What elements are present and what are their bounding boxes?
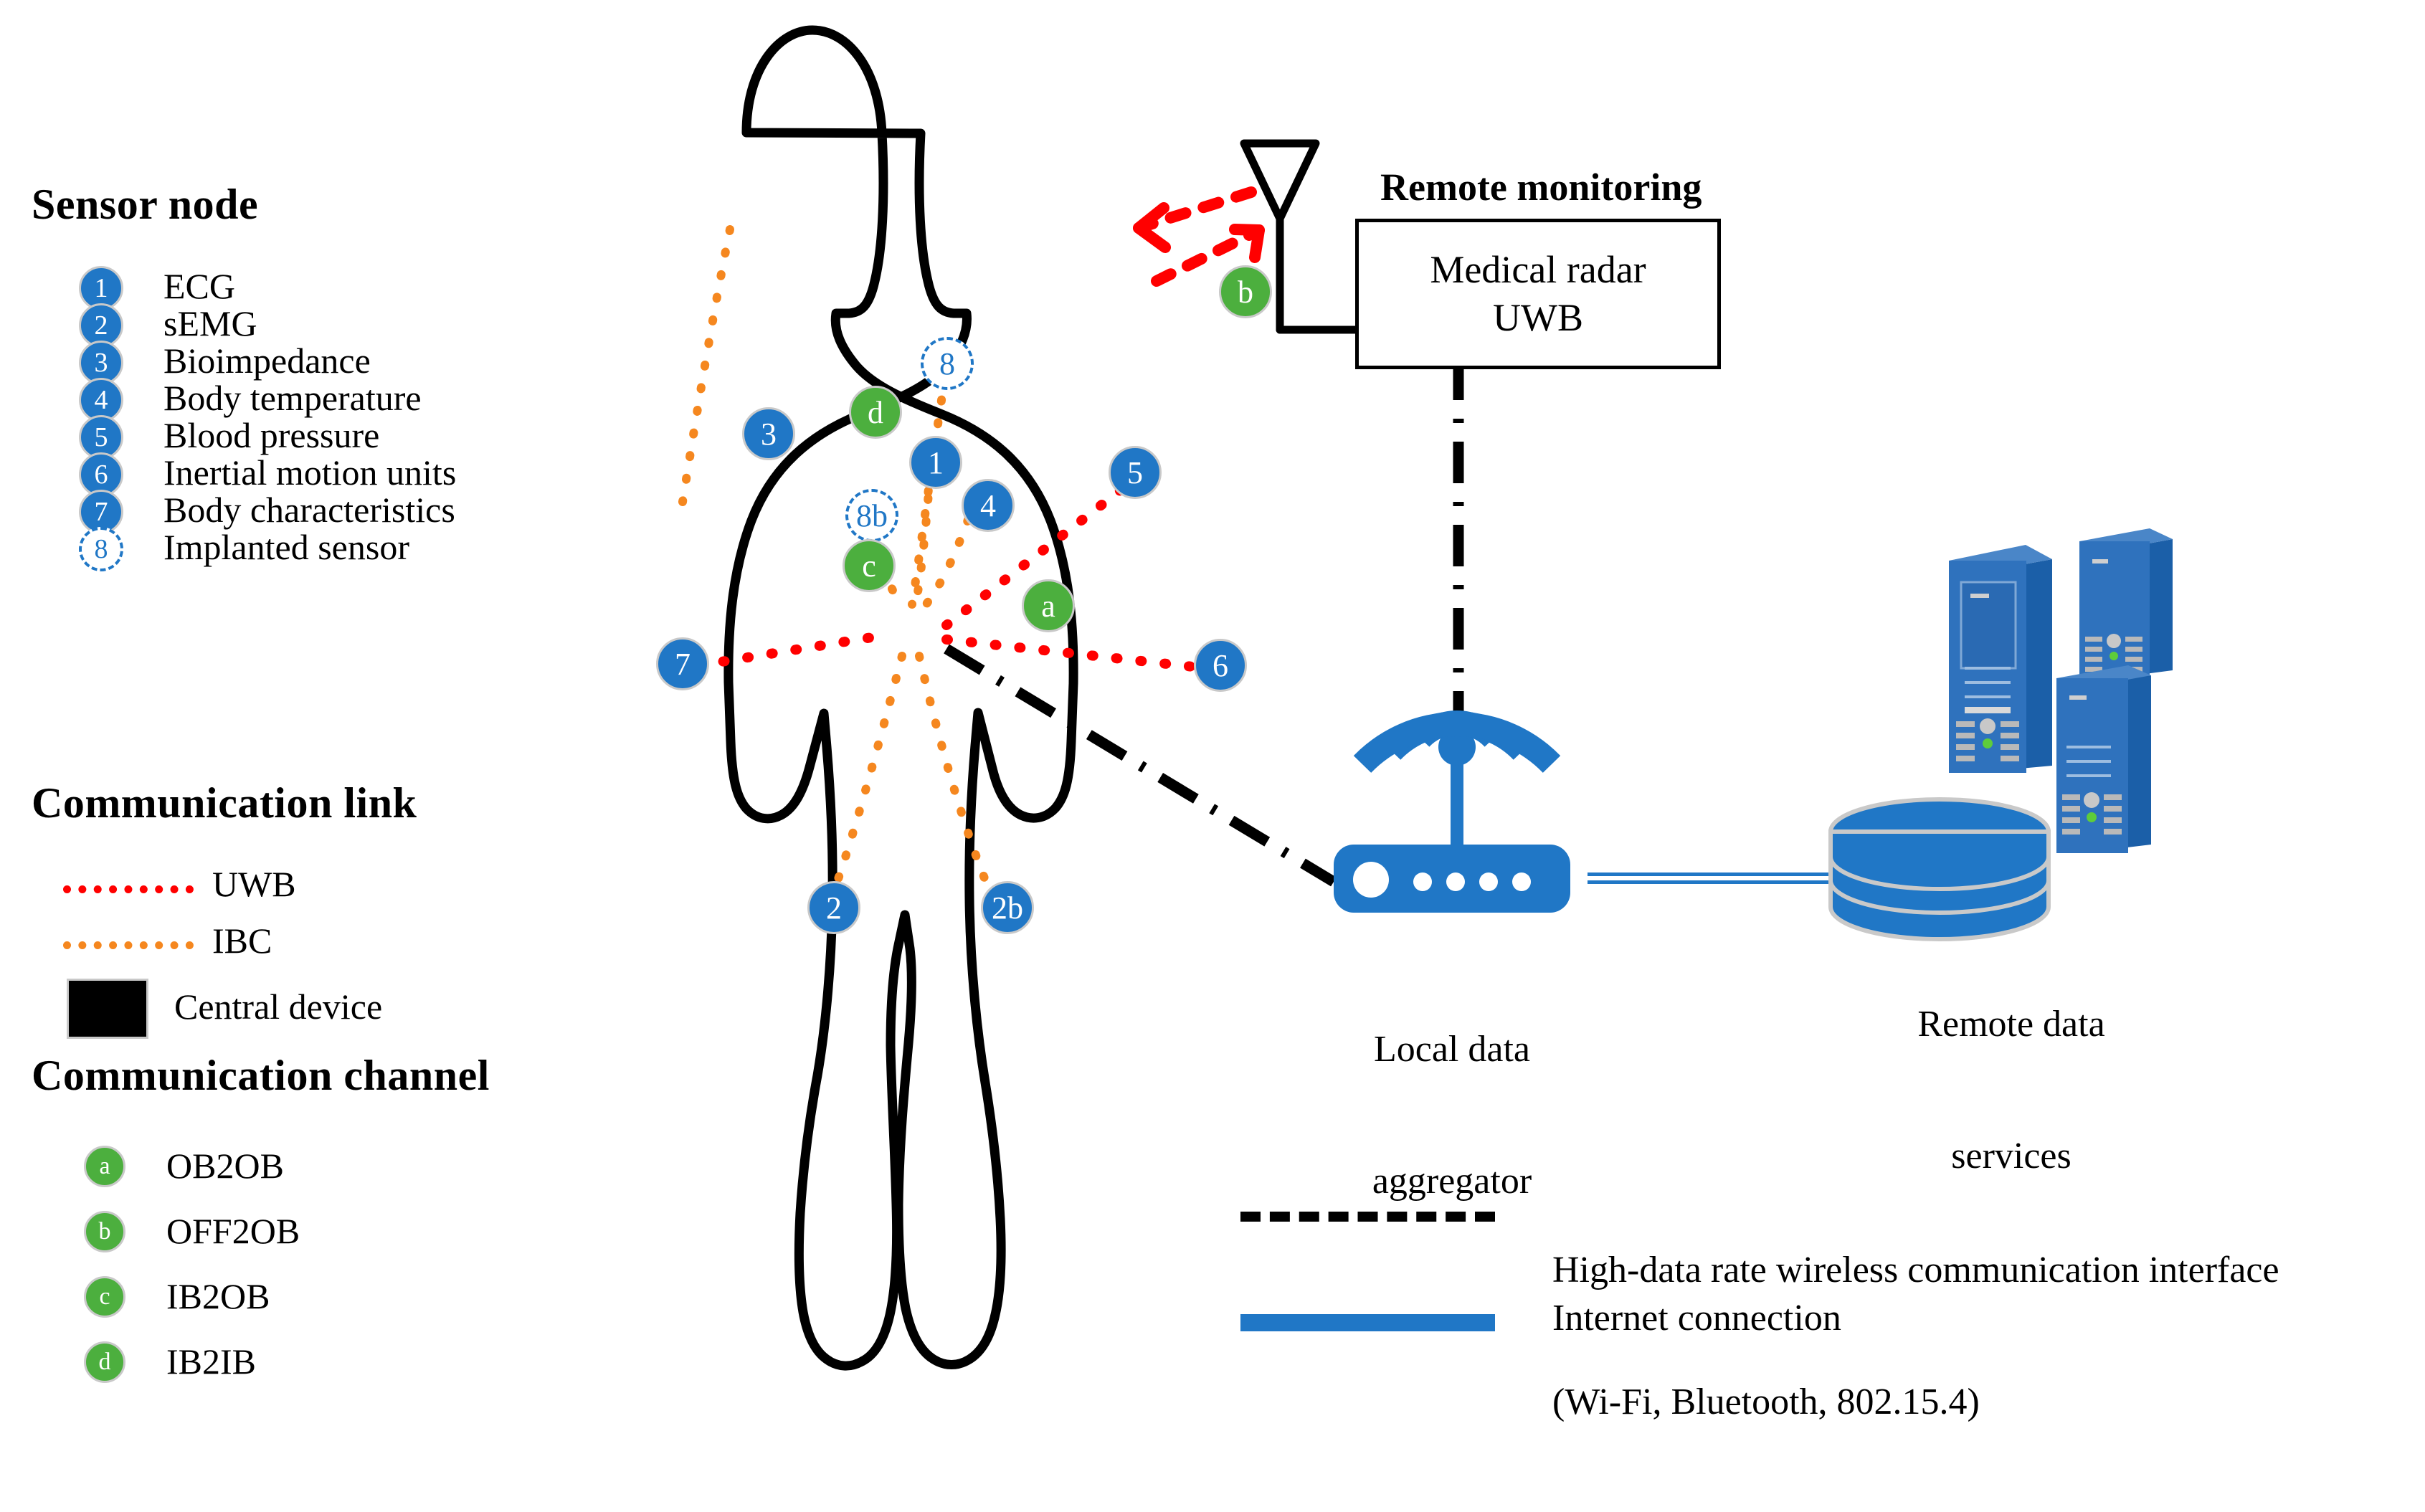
- interface-swatch-internet: [1240, 1314, 1495, 1331]
- body-node-body-temperature: 4: [962, 479, 1015, 532]
- server-tower-3: [2056, 665, 2151, 853]
- router-body: [1334, 845, 1570, 913]
- legend-channel-label-a: OB2OB: [166, 1146, 284, 1186]
- interface-label-high-data-rate-line2: (Wi-Fi, Bluetooth, 802.15.4): [1552, 1381, 1980, 1422]
- interface-swatch-high-data-rate: [1240, 1212, 1495, 1222]
- router-led-large: [1353, 862, 1389, 898]
- legend-communication-link-title: Communication link: [32, 779, 417, 827]
- remote-services-label-line1: Remote data: [1917, 1003, 2105, 1045]
- local-data-aggregator-icon: [1334, 710, 1570, 913]
- ibc-link-implant-top: [908, 373, 949, 609]
- legend-swatch-ibc: [63, 941, 194, 949]
- legend-node-label-8: Implanted sensor: [163, 527, 409, 567]
- router-mast: [1451, 746, 1463, 850]
- legend-link-label-central: Central device: [174, 986, 383, 1027]
- router-led-3: [1479, 873, 1498, 891]
- legend-channel-badge-b: b: [84, 1211, 125, 1252]
- uwb-link-wrist-right: [694, 632, 881, 670]
- body-node-implant-abdomen: 8b: [845, 489, 898, 542]
- ibc-link-ecg: [911, 471, 934, 609]
- body-node-bioimpedance: 3: [742, 407, 795, 460]
- remote-monitoring-channel-badge-b: b: [1219, 265, 1272, 318]
- medical-radar-line2: UWB: [1493, 296, 1583, 339]
- legend-node-label-2: sEMG: [163, 303, 257, 343]
- body-node-channel-c: c: [843, 539, 896, 592]
- ibc-links: [678, 225, 1001, 911]
- remote-monitoring-title: Remote monitoring: [1380, 166, 1702, 209]
- legend-channel-badge-d: d: [84, 1341, 125, 1383]
- aggregator-label: Local data aggregator: [1312, 939, 1592, 1291]
- arrow-incoming-head: [1133, 202, 1171, 253]
- ibc-link-bioimp-wrist: [678, 225, 734, 506]
- router-led-2: [1446, 873, 1465, 891]
- high-data-rate-links: [944, 358, 1464, 887]
- router-mast-knob: [1438, 728, 1476, 766]
- body-node-ecg: 1: [909, 436, 962, 489]
- legend-channel-label-c: IB2OB: [166, 1276, 270, 1316]
- ibc-link-leg-left: [915, 652, 1001, 911]
- human-body-outline: [723, 25, 1078, 1371]
- ibc-link-temp: [921, 515, 972, 610]
- legend-link-label-ibc: IBC: [212, 921, 272, 961]
- arrow-incoming: [1133, 186, 1257, 234]
- wifi-waves: [1353, 710, 1561, 773]
- aggregator-label-line1: Local data: [1374, 1028, 1530, 1070]
- legend-node-label-1: ECG: [163, 266, 235, 306]
- legend-channel-badge-c: c: [84, 1276, 125, 1318]
- legend-node-label-7: Body characteristics: [163, 490, 455, 530]
- ibc-link-leg-right: [824, 652, 906, 911]
- legend-communication-channel-title: Communication channel: [32, 1052, 490, 1099]
- legend-sensor-node-title: Sensor node: [32, 181, 259, 228]
- remote-data-services-icon: [1828, 528, 2173, 941]
- legend-channel-badge-a: a: [84, 1146, 125, 1187]
- arrow-outgoing-head: [1229, 224, 1265, 263]
- body-node-semg-left: 2b: [981, 881, 1034, 934]
- interface-label-high-data-rate-line1: High-data rate wireless communication in…: [1552, 1249, 2279, 1290]
- diagram-canvas: Sensor node 1 ECG 2 sEMG 3 Bioimpedance …: [0, 0, 2425, 1423]
- body-node-body-characteristics: 7: [656, 637, 709, 690]
- aggregator-label-line2: aggregator: [1372, 1160, 1532, 1202]
- body-node-blood-pressure: 5: [1109, 446, 1162, 499]
- router-led-1: [1413, 873, 1432, 891]
- uwb-links: [694, 474, 1224, 675]
- server-tower-2: [2079, 528, 2173, 680]
- legend-node-badge-8: 8: [79, 527, 123, 571]
- medical-radar-box: Medical radar UWB: [1355, 219, 1721, 369]
- server-tower-1: [1949, 545, 2052, 773]
- legend-node-label-5: Blood pressure: [163, 415, 380, 455]
- uwb-link-wrist-left: [941, 634, 1224, 675]
- legend-node-label-4: Body temperature: [163, 378, 422, 418]
- body-node-channel-d: d: [849, 386, 902, 439]
- body-node-channel-a: a: [1022, 579, 1075, 632]
- router-led-4: [1512, 873, 1531, 891]
- legend-node-label-6: Inertial motion units: [163, 452, 457, 493]
- legend-swatch-uwb: [63, 885, 194, 893]
- legend-node-label-3: Bioimpedance: [163, 341, 371, 381]
- medical-radar-line1: Medical radar: [1430, 247, 1646, 291]
- link-body-to-aggregator: [944, 644, 1337, 887]
- internet-connection-link: [1588, 873, 1842, 884]
- body-node-semg-right: 2: [807, 881, 860, 934]
- interface-label-internet: Internet connection: [1552, 1298, 1841, 1339]
- legend-link-label-uwb: UWB: [212, 864, 296, 904]
- legend-swatch-central-device: [67, 979, 148, 1039]
- body-node-inertial-motion-units: 6: [1194, 639, 1247, 692]
- legend-channel-label-d: IB2IB: [166, 1341, 256, 1382]
- legend-channel-label-b: OFF2OB: [166, 1211, 300, 1251]
- body-node-implant-chest: 8: [921, 337, 974, 390]
